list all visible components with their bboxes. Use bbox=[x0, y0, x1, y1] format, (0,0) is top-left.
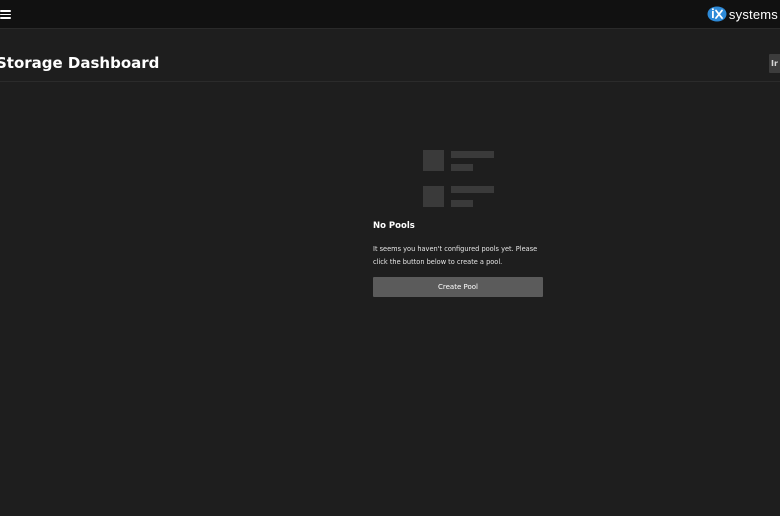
ixsystems-logo[interactable]: systems bbox=[707, 5, 778, 23]
empty-state-description: It seems you haven't configured pools ye… bbox=[373, 245, 538, 266]
list-placeholder-icon bbox=[423, 150, 495, 208]
header-divider bbox=[0, 81, 780, 82]
page-title: Storage Dashboard bbox=[0, 54, 160, 72]
top-toolbar: systems bbox=[0, 0, 780, 29]
create-pool-button[interactable]: Create Pool bbox=[373, 277, 543, 297]
ix-logo-icon bbox=[707, 6, 727, 22]
import-pool-button[interactable]: Ir bbox=[769, 54, 780, 73]
brand-text: systems bbox=[728, 6, 778, 22]
hamburger-menu-icon[interactable] bbox=[0, 9, 11, 19]
empty-state-title: No Pools bbox=[373, 221, 415, 231]
